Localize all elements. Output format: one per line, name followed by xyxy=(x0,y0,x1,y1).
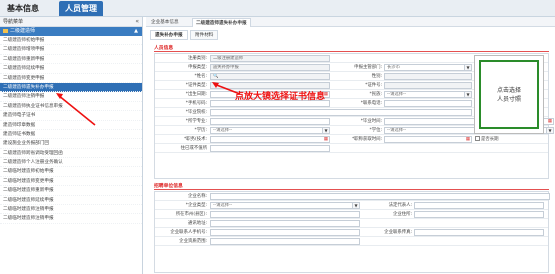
arrow-to-name xyxy=(213,83,241,95)
annotation-arrows xyxy=(56,82,241,126)
arrow-to-sidebar xyxy=(57,94,96,126)
